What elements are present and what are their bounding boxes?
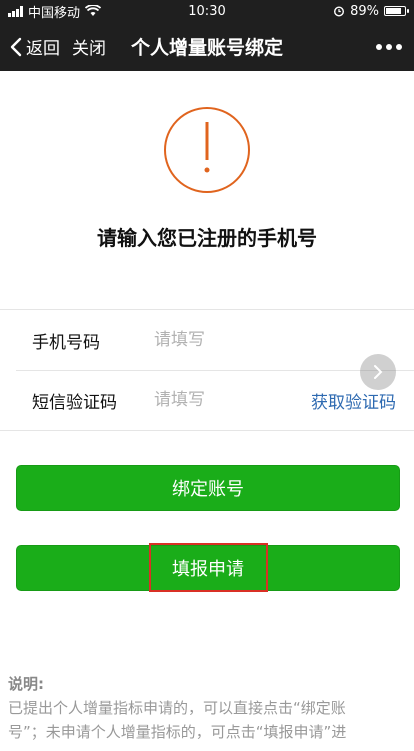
sms-code-input[interactable] [154, 390, 294, 410]
explanation-line-1: 已提出个人增量指标申请的，可以直接点击“绑定账 [8, 699, 346, 717]
explanation-section: 说明: 已提出个人增量指标申请的，可以直接点击“绑定账 号”；未申请个人增量指标… [8, 672, 410, 744]
sms-row: 短信验证码 获取验证码 [0, 370, 414, 430]
explanation-line-2: 号”；未申请个人增量指标的，可点击“填报申请”进 [8, 723, 347, 741]
exclamation-circle-icon [164, 107, 250, 193]
close-button[interactable]: 关闭 [72, 34, 106, 59]
floating-next-button[interactable] [360, 354, 396, 390]
time-label: 10:30 [188, 3, 226, 19]
more-options-icon[interactable] [376, 22, 402, 71]
notice-area [0, 106, 414, 194]
chevron-left-icon [10, 37, 22, 56]
apply-button[interactable]: 填报申请 [16, 545, 400, 591]
back-button[interactable]: 返回 [10, 34, 60, 59]
get-code-button[interactable]: 获取验证码 [311, 388, 396, 413]
sms-label: 短信验证码 [32, 392, 117, 413]
phone-row: 手机号码 [0, 310, 414, 370]
phone-label: 手机号码 [32, 332, 100, 353]
notice-headline: 请输入您已注册的手机号 [97, 226, 317, 250]
chevron-right-icon [374, 365, 383, 379]
page-title: 个人增量账号绑定 [130, 37, 283, 59]
phone-form: 手机号码 短信验证码 获取验证码 [0, 309, 414, 431]
battery-icon [384, 6, 409, 16]
nav-bar: 返回 关闭 个人增量账号绑定 [0, 22, 414, 71]
phone-input[interactable] [154, 330, 294, 350]
back-label: 返回 [26, 39, 60, 59]
explanation-title: 说明: [8, 675, 44, 693]
bind-account-button[interactable]: 绑定账号 [16, 465, 400, 511]
status-bar: 中国移动 10:30 89% [0, 0, 414, 22]
